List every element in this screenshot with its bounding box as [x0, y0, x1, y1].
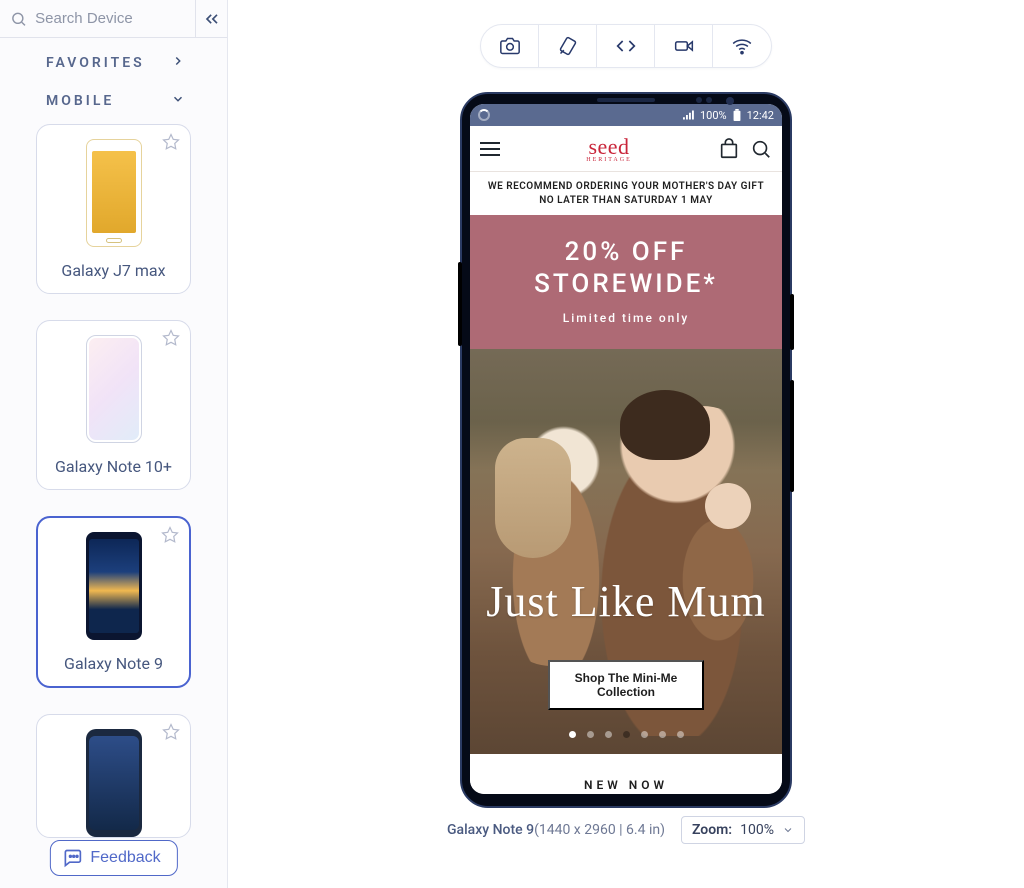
side-button	[790, 380, 794, 492]
menu-button[interactable]	[480, 142, 500, 156]
device-screen[interactable]: 100% 12:42 seed HERITAGE WE RECOMMEND OR…	[470, 104, 782, 794]
device-card-partial[interactable]	[36, 714, 191, 838]
carousel-dots[interactable]	[470, 731, 782, 738]
device-thumbnail	[86, 139, 142, 247]
emulator-toolbar	[480, 24, 772, 68]
rotate-button[interactable]	[539, 25, 597, 67]
promo-line-2: STOREWIDE*	[480, 269, 772, 299]
device-frame: 100% 12:42 seed HERITAGE WE RECOMMEND OR…	[460, 92, 792, 808]
hero-cta-button[interactable]: Shop The Mini-Me Collection	[548, 660, 704, 710]
search-box[interactable]	[0, 9, 195, 29]
feedback-button[interactable]: Feedback	[49, 840, 177, 876]
search-row	[0, 0, 227, 38]
chevron-down-icon	[171, 92, 185, 110]
status-bar: 100% 12:42	[470, 104, 782, 126]
hero-figure	[495, 438, 571, 558]
chevron-double-left-icon	[202, 9, 222, 29]
chevron-right-icon	[171, 54, 185, 72]
current-device-spec: (1440 x 2960 | 6.4 in)	[534, 822, 665, 838]
front-camera	[726, 97, 734, 105]
hero-carousel[interactable]: Just Like Mum Shop The Mini-Me Collectio…	[470, 349, 782, 754]
main-stage: 100% 12:42 seed HERITAGE WE RECOMMEND OR…	[228, 0, 1024, 888]
hero-figure	[705, 483, 751, 529]
side-button	[790, 294, 794, 350]
search-icon[interactable]	[750, 138, 772, 160]
bag-icon[interactable]	[718, 138, 740, 160]
device-name: Galaxy Note 10+	[45, 457, 182, 477]
next-section-peek: NEW NOW	[470, 754, 782, 794]
hero-headline: Just Like Mum	[470, 576, 782, 627]
side-button	[458, 262, 462, 346]
current-device-name: Galaxy Note 9	[447, 822, 534, 838]
promo-line-3: Limited time only	[480, 311, 772, 325]
feedback-label: Feedback	[90, 849, 160, 867]
sensors	[696, 97, 712, 103]
clock: 12:42	[747, 109, 774, 122]
screenshot-button[interactable]	[481, 25, 539, 67]
announcement-banner: WE RECOMMEND ORDERING YOUR MOTHER'S DAY …	[470, 172, 782, 215]
loading-spinner-icon	[478, 109, 490, 121]
device-card-galaxy-note-9[interactable]: Galaxy Note 9	[36, 516, 191, 688]
favorite-toggle[interactable]	[161, 526, 179, 548]
device-thumbnail	[86, 335, 142, 443]
favorite-toggle[interactable]	[162, 133, 180, 155]
hero-figure	[620, 390, 710, 460]
section-mobile[interactable]: MOBILE	[0, 82, 227, 120]
collapse-sidebar-button[interactable]	[195, 0, 227, 38]
chat-icon	[62, 848, 82, 868]
chevron-down-icon	[782, 824, 794, 836]
video-icon	[674, 36, 694, 56]
device-name: Galaxy J7 max	[45, 261, 182, 281]
speaker	[597, 98, 655, 102]
battery-icon	[732, 109, 742, 121]
favorite-toggle[interactable]	[162, 329, 180, 351]
search-input[interactable]	[35, 10, 185, 27]
signal-icon	[683, 110, 695, 120]
devtools-button[interactable]	[597, 25, 655, 67]
battery-percent: 100%	[700, 109, 727, 122]
device-card-galaxy-note-10-plus[interactable]: Galaxy Note 10+	[36, 320, 191, 490]
device-thumbnail	[86, 532, 142, 640]
site-header: seed HERITAGE	[470, 126, 782, 172]
section-favorites-label: FAVORITES	[46, 55, 145, 71]
device-info-row: Galaxy Note 9(1440 x 2960 | 6.4 in) Zoom…	[447, 816, 805, 844]
wifi-icon	[732, 36, 752, 56]
device-thumbnail	[86, 729, 142, 837]
favorite-toggle[interactable]	[162, 723, 180, 745]
device-card-galaxy-j7-max[interactable]: Galaxy J7 max	[36, 124, 191, 294]
section-mobile-label: MOBILE	[46, 93, 114, 109]
device-list[interactable]: Galaxy J7 max Galaxy Note 10+ Galaxy Not…	[0, 120, 227, 888]
device-sidebar: FAVORITES MOBILE Galaxy J7 max	[0, 0, 228, 888]
network-button[interactable]	[713, 25, 771, 67]
rotate-icon	[558, 36, 578, 56]
zoom-value: 100%	[740, 822, 774, 838]
device-name: Galaxy Note 9	[46, 654, 181, 674]
search-icon	[10, 9, 27, 29]
section-favorites[interactable]: FAVORITES	[0, 38, 227, 82]
code-icon	[616, 36, 636, 56]
zoom-label: Zoom:	[692, 822, 732, 838]
promo-banner[interactable]: 20% OFF STOREWIDE* Limited time only	[470, 215, 782, 349]
record-button[interactable]	[655, 25, 713, 67]
zoom-dropdown[interactable]: Zoom: 100%	[681, 816, 805, 844]
camera-icon	[500, 36, 520, 56]
brand-logo[interactable]: seed HERITAGE	[586, 134, 632, 163]
promo-line-1: 20% OFF	[480, 237, 772, 267]
